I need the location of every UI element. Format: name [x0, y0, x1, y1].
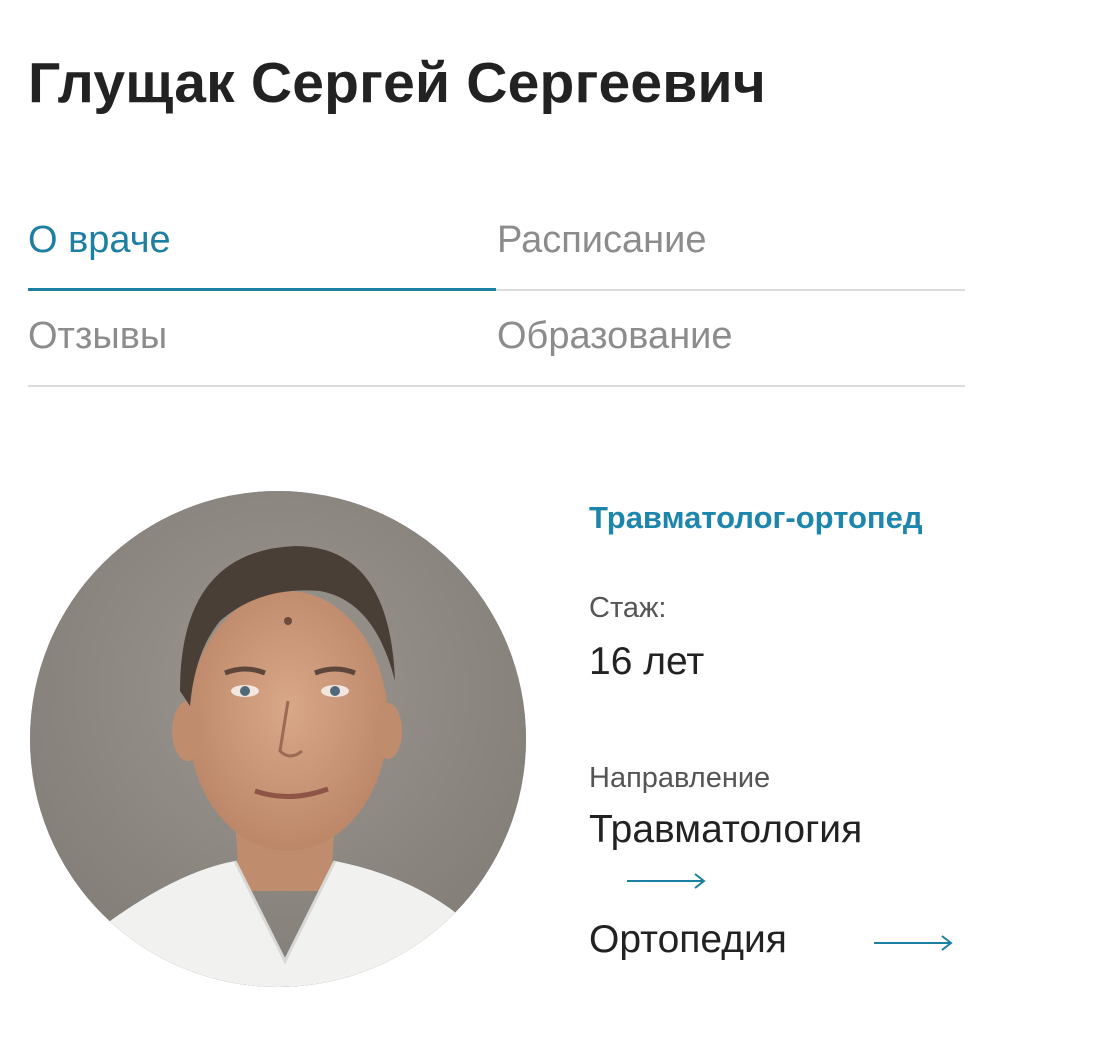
arrow-right-icon [627, 873, 706, 889]
experience-label: Стаж: [589, 592, 667, 624]
tab-row-2: Отзывы Образование [28, 291, 965, 387]
doctor-tabs: О враче Расписание Отзывы Образование [28, 195, 965, 387]
direction-link-orthopedics[interactable]: Ортопедия [589, 918, 953, 962]
direction-name: Травматология [589, 808, 863, 851]
direction-link-traumatology[interactable]: Травматология [589, 808, 863, 889]
arrow-right-icon [874, 935, 953, 951]
tab-reviews[interactable]: Отзывы [28, 315, 167, 358]
tab-schedule[interactable]: Расписание [497, 219, 707, 262]
experience-value: 16 лет [589, 640, 705, 683]
tab-education[interactable]: Образование [497, 315, 733, 358]
direction-label: Направление [589, 762, 771, 794]
tab-row-1: О враче Расписание [28, 195, 965, 291]
direction-name: Ортопедия [589, 918, 787, 961]
tab-about[interactable]: О враче [28, 219, 171, 262]
specialty: Травматолог-ортопед [589, 500, 923, 535]
doctor-photo [30, 491, 526, 987]
doctor-name: Глущак Сергей Сергеевич [28, 51, 767, 115]
